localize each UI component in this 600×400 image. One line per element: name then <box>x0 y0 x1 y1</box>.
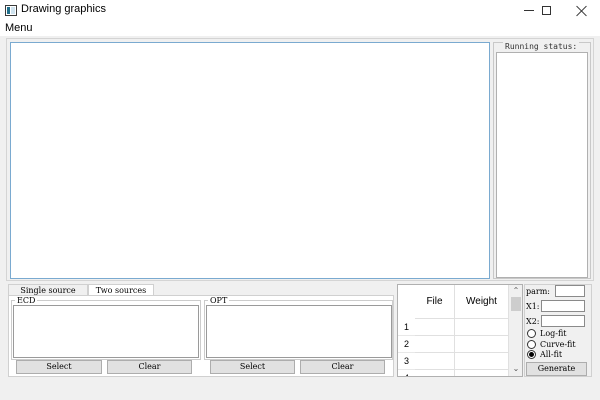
ecd-clear-button[interactable]: Clear <box>107 360 192 374</box>
opt-select-button[interactable]: Select <box>210 360 295 374</box>
chevron-down-icon[interactable]: ⌄ <box>509 363 523 375</box>
opt-clear-button[interactable]: Clear <box>300 360 385 374</box>
scrollbar-thumb[interactable] <box>511 297 521 311</box>
file-weight-table[interactable]: File Weight 1 2 3 4 5 <box>397 284 523 377</box>
maximize-button[interactable] <box>530 0 562 21</box>
curve-fit-radio[interactable] <box>527 340 536 349</box>
table-header-weight[interactable]: Weight <box>455 285 509 319</box>
table-cell-weight[interactable] <box>455 353 509 370</box>
x2-input[interactable] <box>541 315 585 327</box>
app-window-icon <box>5 5 17 16</box>
table-scrollbar[interactable]: ⌃ ⌄ <box>508 285 522 376</box>
x2-label: X2: <box>526 317 540 326</box>
close-button[interactable] <box>565 0 597 21</box>
all-fit-radio[interactable] <box>527 350 536 359</box>
table-row-header[interactable]: 2 <box>398 336 415 353</box>
close-icon <box>576 5 587 16</box>
table-cell-weight[interactable] <box>455 319 509 336</box>
menu-bar: Menu <box>0 21 600 36</box>
x1-label: X1: <box>526 302 540 311</box>
table-row-header[interactable]: 3 <box>398 353 415 370</box>
table-cell-file[interactable] <box>415 353 455 370</box>
table-cell-file[interactable] <box>415 370 455 376</box>
ecd-file-list[interactable] <box>13 305 199 358</box>
table-row-header[interactable]: 1 <box>398 319 415 336</box>
drawing-canvas[interactable] <box>10 42 490 279</box>
generate-button[interactable]: Generate <box>526 362 587 376</box>
x1-input[interactable] <box>541 300 585 312</box>
all-fit-label[interactable]: All-fit <box>540 350 562 360</box>
log-fit-radio[interactable] <box>527 329 536 338</box>
opt-file-list[interactable] <box>206 305 392 358</box>
log-fit-label[interactable]: Log-fit <box>540 329 567 339</box>
chevron-up-icon[interactable]: ⌃ <box>509 285 523 297</box>
table-cell-weight[interactable] <box>455 370 509 376</box>
table-cell-file[interactable] <box>415 336 455 353</box>
ecd-select-button[interactable]: Select <box>16 360 102 374</box>
maximize-icon <box>541 6 551 15</box>
table-cell-file[interactable] <box>415 319 455 336</box>
parm-input[interactable] <box>555 285 585 297</box>
curve-fit-label[interactable]: Curve-fit <box>540 340 576 350</box>
ecd-group-title: ECD <box>15 296 38 305</box>
parm-label: parm: <box>526 287 550 296</box>
running-status-title: Running status: <box>503 42 580 52</box>
opt-group-title: OPT <box>208 296 230 305</box>
running-status-output[interactable] <box>496 52 588 278</box>
table-cell-weight[interactable] <box>455 336 509 353</box>
table-header-file[interactable]: File <box>415 285 455 319</box>
title-bar: Drawing graphics <box>0 0 600 21</box>
menu-item-menu[interactable]: Menu <box>5 22 33 34</box>
table-row-header[interactable]: 4 <box>398 370 415 376</box>
window-title: Drawing graphics <box>21 3 106 15</box>
